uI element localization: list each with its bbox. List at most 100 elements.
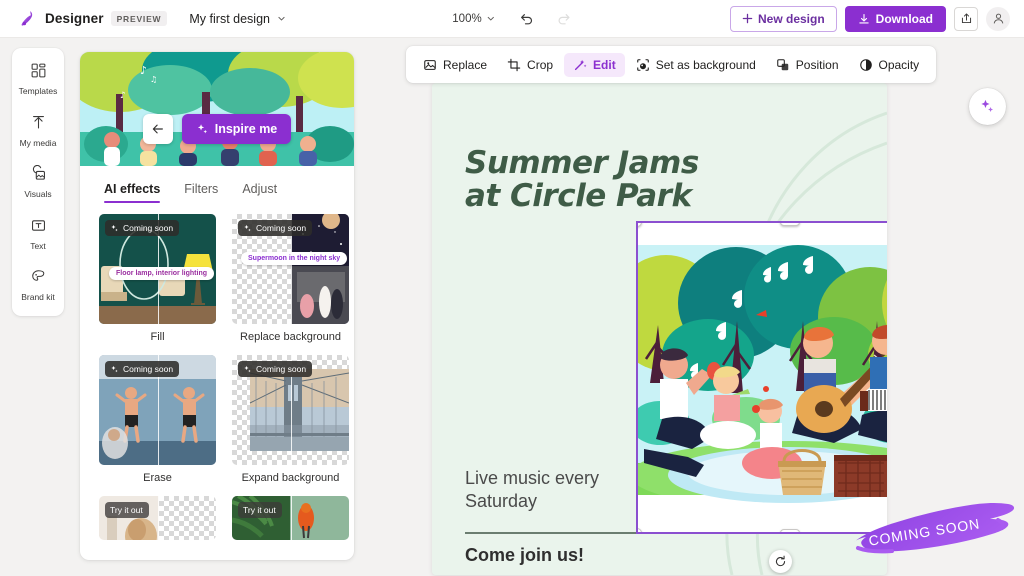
account-icon <box>992 12 1005 25</box>
visuals-icon <box>30 165 47 187</box>
toolbar-item-replace[interactable]: Replace <box>414 53 496 77</box>
document-title-label: My first design <box>189 12 270 26</box>
redo-button[interactable] <box>553 7 577 31</box>
tab-ai-effects[interactable]: AI effects <box>104 182 160 203</box>
sidebar-label: Text <box>30 242 46 251</box>
card-thumbnail: Coming soon <box>232 355 349 465</box>
effect-card-erase[interactable]: Coming soon Erase <box>99 355 216 484</box>
effect-card-fill[interactable]: Coming soon Floor lamp, interior lightin… <box>99 214 216 343</box>
effect-card-replace-background[interactable]: Coming soon Supermoon in the night sky R… <box>232 214 349 343</box>
account-button[interactable] <box>986 7 1010 31</box>
chevron-down-icon <box>487 14 496 23</box>
card-thumbnail: Coming soon <box>99 355 216 465</box>
card-thumbnail: Coming soon Floor lamp, interior lightin… <box>99 214 216 324</box>
tab-label: AI effects <box>104 182 160 196</box>
resize-handle-bottom[interactable] <box>780 529 800 534</box>
sparkle-icon <box>243 365 252 374</box>
sparkle-icon <box>979 98 996 115</box>
card-label: Erase <box>143 472 172 484</box>
zoom-control[interactable]: 100% <box>447 10 500 28</box>
tab-filters[interactable]: Filters <box>184 182 218 203</box>
document-title-dropdown[interactable]: My first design <box>179 7 296 31</box>
zoom-level-label: 100% <box>452 13 481 25</box>
sidebar-item-templates[interactable]: Templates <box>15 60 61 98</box>
badge-label: Coming soon <box>256 364 306 374</box>
coming-soon-badge: Coming soon <box>105 361 179 377</box>
picnic-illustration <box>638 223 887 532</box>
share-button[interactable] <box>954 7 978 31</box>
canvas-subline[interactable]: Live music every Saturday <box>465 467 665 514</box>
panel-back-button[interactable] <box>143 114 173 144</box>
panel-hero-preview: ♪ ♫ ♪ Inspire me <box>80 52 354 166</box>
design-canvas[interactable]: Summer Jams at Circle Park Live music ev… <box>432 83 887 575</box>
effects-card-list[interactable]: Coming soon Floor lamp, interior lightin… <box>80 203 354 555</box>
sidebar-item-brand-kit[interactable]: Brand kit <box>15 266 61 304</box>
set-background-icon <box>636 58 650 72</box>
card-thumbnail: Try it out <box>99 496 216 540</box>
upload-icon <box>30 114 47 136</box>
download-label: Download <box>876 12 933 26</box>
sidebar-label: Brand kit <box>21 293 55 302</box>
toolbar-item-label: Set as background <box>656 58 756 72</box>
sidebar-label: Templates <box>19 87 58 96</box>
download-button[interactable]: Download <box>845 6 946 32</box>
sparkle-icon <box>243 224 252 233</box>
tab-label: Filters <box>184 182 218 196</box>
sidebar-item-text[interactable]: Text <box>15 215 61 253</box>
toolbar-item-position[interactable]: Position <box>767 53 848 77</box>
svg-text:♪: ♪ <box>140 64 147 77</box>
canvas-headline[interactable]: Summer Jams at Circle Park <box>465 147 725 214</box>
canvas-workspace[interactable]: Summer Jams at Circle Park Live music ev… <box>362 38 1024 576</box>
effect-card-remove-background[interactable]: Try it out <box>99 496 216 540</box>
card-thumbnail: Try it out <box>232 496 349 540</box>
toolbar-item-edit[interactable]: Edit <box>564 53 625 77</box>
inspire-me-button[interactable]: Inspire me <box>182 114 292 144</box>
toolbar-item-label: Edit <box>593 58 616 72</box>
brand-kit-icon <box>30 268 47 290</box>
toolbar-item-label: Crop <box>527 58 553 72</box>
share-icon <box>960 12 973 25</box>
rotate-handle[interactable] <box>769 550 792 573</box>
prompt-tag: Floor lamp, interior lighting <box>109 267 214 280</box>
designer-app: Designer PREVIEW My first design 100% <box>0 0 1024 576</box>
toolbar-item-opacity[interactable]: Opacity <box>850 53 929 77</box>
before-after-divider <box>158 496 160 540</box>
top-bar-actions: New design Download <box>730 6 1010 32</box>
toolbar-item-set-as-background[interactable]: Set as background <box>627 53 765 77</box>
new-design-label: New design <box>758 12 825 26</box>
canvas-cta-text[interactable]: Come join us! <box>465 545 584 566</box>
selected-image[interactable] <box>636 221 887 534</box>
sidebar-item-my-media[interactable]: My media <box>15 112 61 150</box>
badge-label: Coming soon <box>123 223 173 233</box>
coming-soon-badge: Coming soon <box>238 361 312 377</box>
tab-label: Adjust <box>242 182 277 196</box>
replace-image-icon <box>423 58 437 72</box>
resize-handle-top[interactable] <box>780 221 800 226</box>
try-it-out-badge: Try it out <box>105 502 149 518</box>
tab-adjust[interactable]: Adjust <box>242 182 277 203</box>
left-rail: Templates My media Visuals <box>12 48 64 316</box>
toolbar-item-crop[interactable]: Crop <box>498 53 562 77</box>
sparkle-icon <box>110 224 119 233</box>
badge-label: Coming soon <box>123 364 173 374</box>
download-icon <box>858 13 870 25</box>
card-label: Replace background <box>240 331 341 343</box>
ai-assistant-button[interactable] <box>969 88 1006 125</box>
hero-actions: Inspire me <box>80 114 354 144</box>
card-label: Expand background <box>242 472 340 484</box>
designer-logo-icon <box>18 9 38 29</box>
toolbar-item-label: Position <box>796 58 839 72</box>
sidebar-label: My media <box>20 139 57 148</box>
redo-icon <box>557 11 573 27</box>
new-design-button[interactable]: New design <box>730 6 837 32</box>
undo-icon <box>519 11 535 27</box>
effect-card-blur-background[interactable]: Try it out <box>232 496 349 540</box>
effect-card-expand-background[interactable]: Coming soon Expand background <box>232 355 349 484</box>
undo-button[interactable] <box>515 7 539 31</box>
svg-text:♪: ♪ <box>120 91 126 101</box>
card-label: Fill <box>150 331 164 343</box>
sidebar-item-visuals[interactable]: Visuals <box>15 163 61 201</box>
canvas-controls: 100% <box>447 7 576 31</box>
rotate-icon <box>774 555 787 568</box>
panel-tabs: AI effects Filters Adjust <box>80 166 354 203</box>
